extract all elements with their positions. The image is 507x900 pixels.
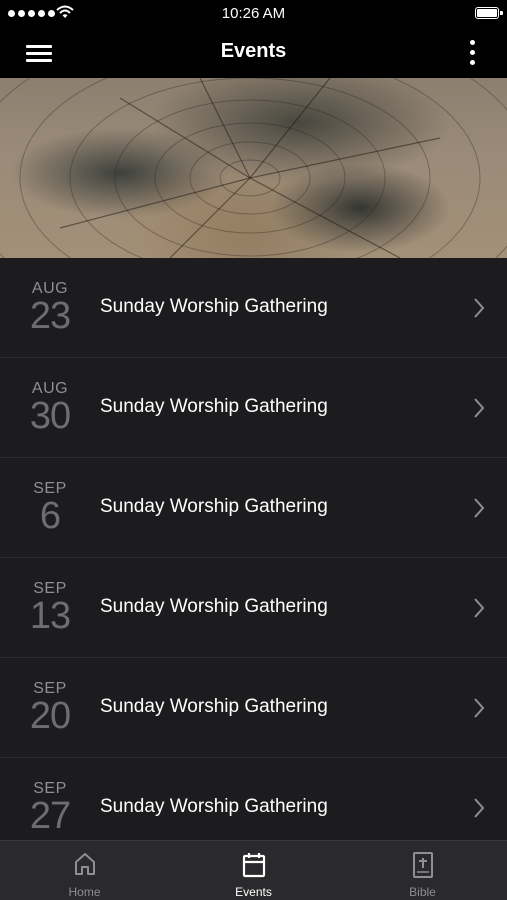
chevron-right-icon [474, 698, 485, 718]
event-title: Sunday Worship Gathering [100, 296, 328, 317]
chevron-right-icon [474, 598, 485, 618]
event-day: 27 [29, 795, 71, 837]
battery-icon [475, 7, 503, 19]
page-title: Events [220, 40, 287, 62]
event-list: AUG 23 Sunday Worship Gathering AUG 30 S… [0, 258, 507, 840]
tab-label-events: Events [235, 885, 272, 899]
event-title: Sunday Worship Gathering [100, 496, 328, 517]
event-day: 6 [39, 495, 61, 537]
status-time: 10:26 AM [221, 5, 286, 22]
event-date: AUG 30 [0, 358, 100, 458]
status-bar: 10:26 AM [0, 0, 507, 28]
bible-icon [412, 852, 433, 878]
event-row[interactable]: SEP 13 Sunday Worship Gathering [0, 558, 507, 658]
event-day: 30 [29, 395, 71, 437]
event-row[interactable]: SEP 6 Sunday Worship Gathering [0, 458, 507, 558]
tab-events[interactable]: Events [169, 841, 338, 900]
hamburger-menu-icon[interactable] [20, 39, 56, 67]
home-icon [74, 853, 95, 875]
tab-bible[interactable]: Bible [338, 841, 507, 900]
event-title: Sunday Worship Gathering [100, 396, 328, 417]
chevron-right-icon [474, 798, 485, 818]
event-date: SEP 6 [0, 458, 100, 558]
calendar-icon [242, 853, 265, 878]
event-row[interactable]: AUG 30 Sunday Worship Gathering [0, 358, 507, 458]
event-day: 23 [29, 295, 71, 337]
hero-image [0, 78, 507, 258]
more-options-icon[interactable] [461, 39, 483, 67]
navigation-bar: Events [0, 28, 507, 78]
tab-label-bible: Bible [409, 885, 436, 899]
tab-label-home: Home [68, 885, 101, 899]
tab-home[interactable]: Home [0, 841, 169, 900]
chevron-right-icon [474, 398, 485, 418]
event-day: 13 [29, 595, 71, 637]
event-date: AUG 23 [0, 258, 100, 358]
event-title: Sunday Worship Gathering [100, 796, 328, 817]
chevron-right-icon [474, 298, 485, 318]
event-date: SEP 13 [0, 558, 100, 658]
event-row[interactable]: AUG 23 Sunday Worship Gathering [0, 258, 507, 358]
event-title: Sunday Worship Gathering [100, 596, 328, 617]
event-title: Sunday Worship Gathering [100, 696, 328, 717]
events-screen: 10:26 AM Events AUG 23 Sunday Worship Ga… [0, 0, 507, 900]
event-row[interactable]: SEP 27 Sunday Worship Gathering [0, 758, 507, 840]
event-row[interactable]: SEP 20 Sunday Worship Gathering [0, 658, 507, 758]
chevron-right-icon [474, 498, 485, 518]
event-date: SEP 27 [0, 758, 100, 840]
event-day: 20 [29, 695, 71, 737]
event-date: SEP 20 [0, 658, 100, 758]
tab-bar: Home Events Bible [0, 840, 507, 900]
